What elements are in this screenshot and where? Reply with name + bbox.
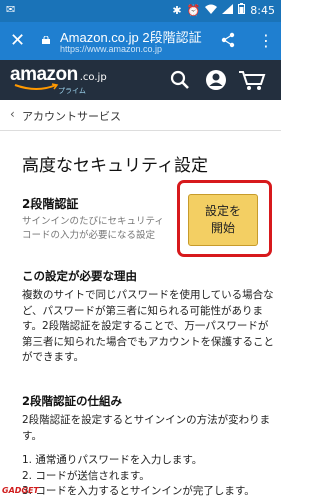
lock-icon <box>42 36 50 44</box>
how-body: 2段階認証を設定するとサインインの方法が変わります。 <box>22 414 271 442</box>
amazon-logo[interactable]: amazon .co.jp プライム <box>10 64 107 95</box>
watermark-logo: GADGET <box>2 486 39 495</box>
battery-icon <box>238 3 246 17</box>
browser-toolbar: ✕ Amazon.co.jp 2段階認証 https://www.amazon.… <box>0 22 281 60</box>
alarm-icon: ⏰ <box>186 3 201 17</box>
chevron-left-icon: ‹ <box>10 107 15 121</box>
logo-domain: .co.jp <box>79 72 107 83</box>
why-title: この設定が必要な理由 <box>22 269 137 283</box>
main-content: 高度なセキュリティ設定 2段階認証 サインインのたびにセキュリティコードの入力が… <box>0 131 281 500</box>
status-bar: ✉ ✱ ⏰ 8:45 <box>0 0 281 22</box>
start-setup-button-line2: 開始 <box>210 221 235 235</box>
close-icon[interactable]: ✕ <box>10 30 25 51</box>
why-body: 複数のサイトで同じパスワードを使用している場合など、パスワードが第三者に知られる… <box>22 289 274 363</box>
step-item: 3. コードを入力するとサインインが完了します。 <box>22 485 255 497</box>
bluetooth-icon: ✱ <box>172 3 182 17</box>
clock: 8:45 <box>250 3 275 17</box>
cart-icon[interactable] <box>238 69 266 91</box>
steps-list: 1. 通常通りパスワードを入力します。 2. コードが送信されます。 3. コー… <box>22 453 277 500</box>
page-title: 高度なセキュリティ設定 <box>22 156 208 176</box>
step-item: 2. コードが送信されます。 <box>22 469 150 482</box>
start-setup-button[interactable]: 設定を 開始 <box>188 194 258 246</box>
menu-icon[interactable]: ⋮ <box>258 31 274 50</box>
twofa-title: 2段階認証 <box>22 197 79 211</box>
step-item: 1. 通常通りパスワードを入力します。 <box>22 454 203 466</box>
breadcrumb-label: アカウントサービス <box>22 110 121 123</box>
wifi-icon <box>205 4 218 17</box>
how-title: 2段階認証の仕組み <box>22 394 123 408</box>
twofa-description: サインインのたびにセキュリティコードの入力が必要になる設定 <box>22 216 164 241</box>
smile-icon <box>14 83 59 90</box>
start-setup-button-line1: 設定を <box>204 204 241 218</box>
share-icon[interactable] <box>220 32 236 48</box>
logo-prime: プライム <box>58 87 86 95</box>
account-icon[interactable] <box>205 69 227 91</box>
breadcrumb[interactable]: ‹ アカウントサービス <box>0 100 281 131</box>
search-icon[interactable] <box>170 70 190 90</box>
notification-icon: ✉ <box>6 3 16 16</box>
amazon-header: amazon .co.jp プライム <box>0 60 281 100</box>
url-text: https://www.amazon.co.jp <box>60 44 163 54</box>
logo-text: amazon <box>10 64 78 85</box>
signal-icon <box>222 3 234 17</box>
status-icons: ✱ ⏰ 8:45 <box>172 3 275 17</box>
